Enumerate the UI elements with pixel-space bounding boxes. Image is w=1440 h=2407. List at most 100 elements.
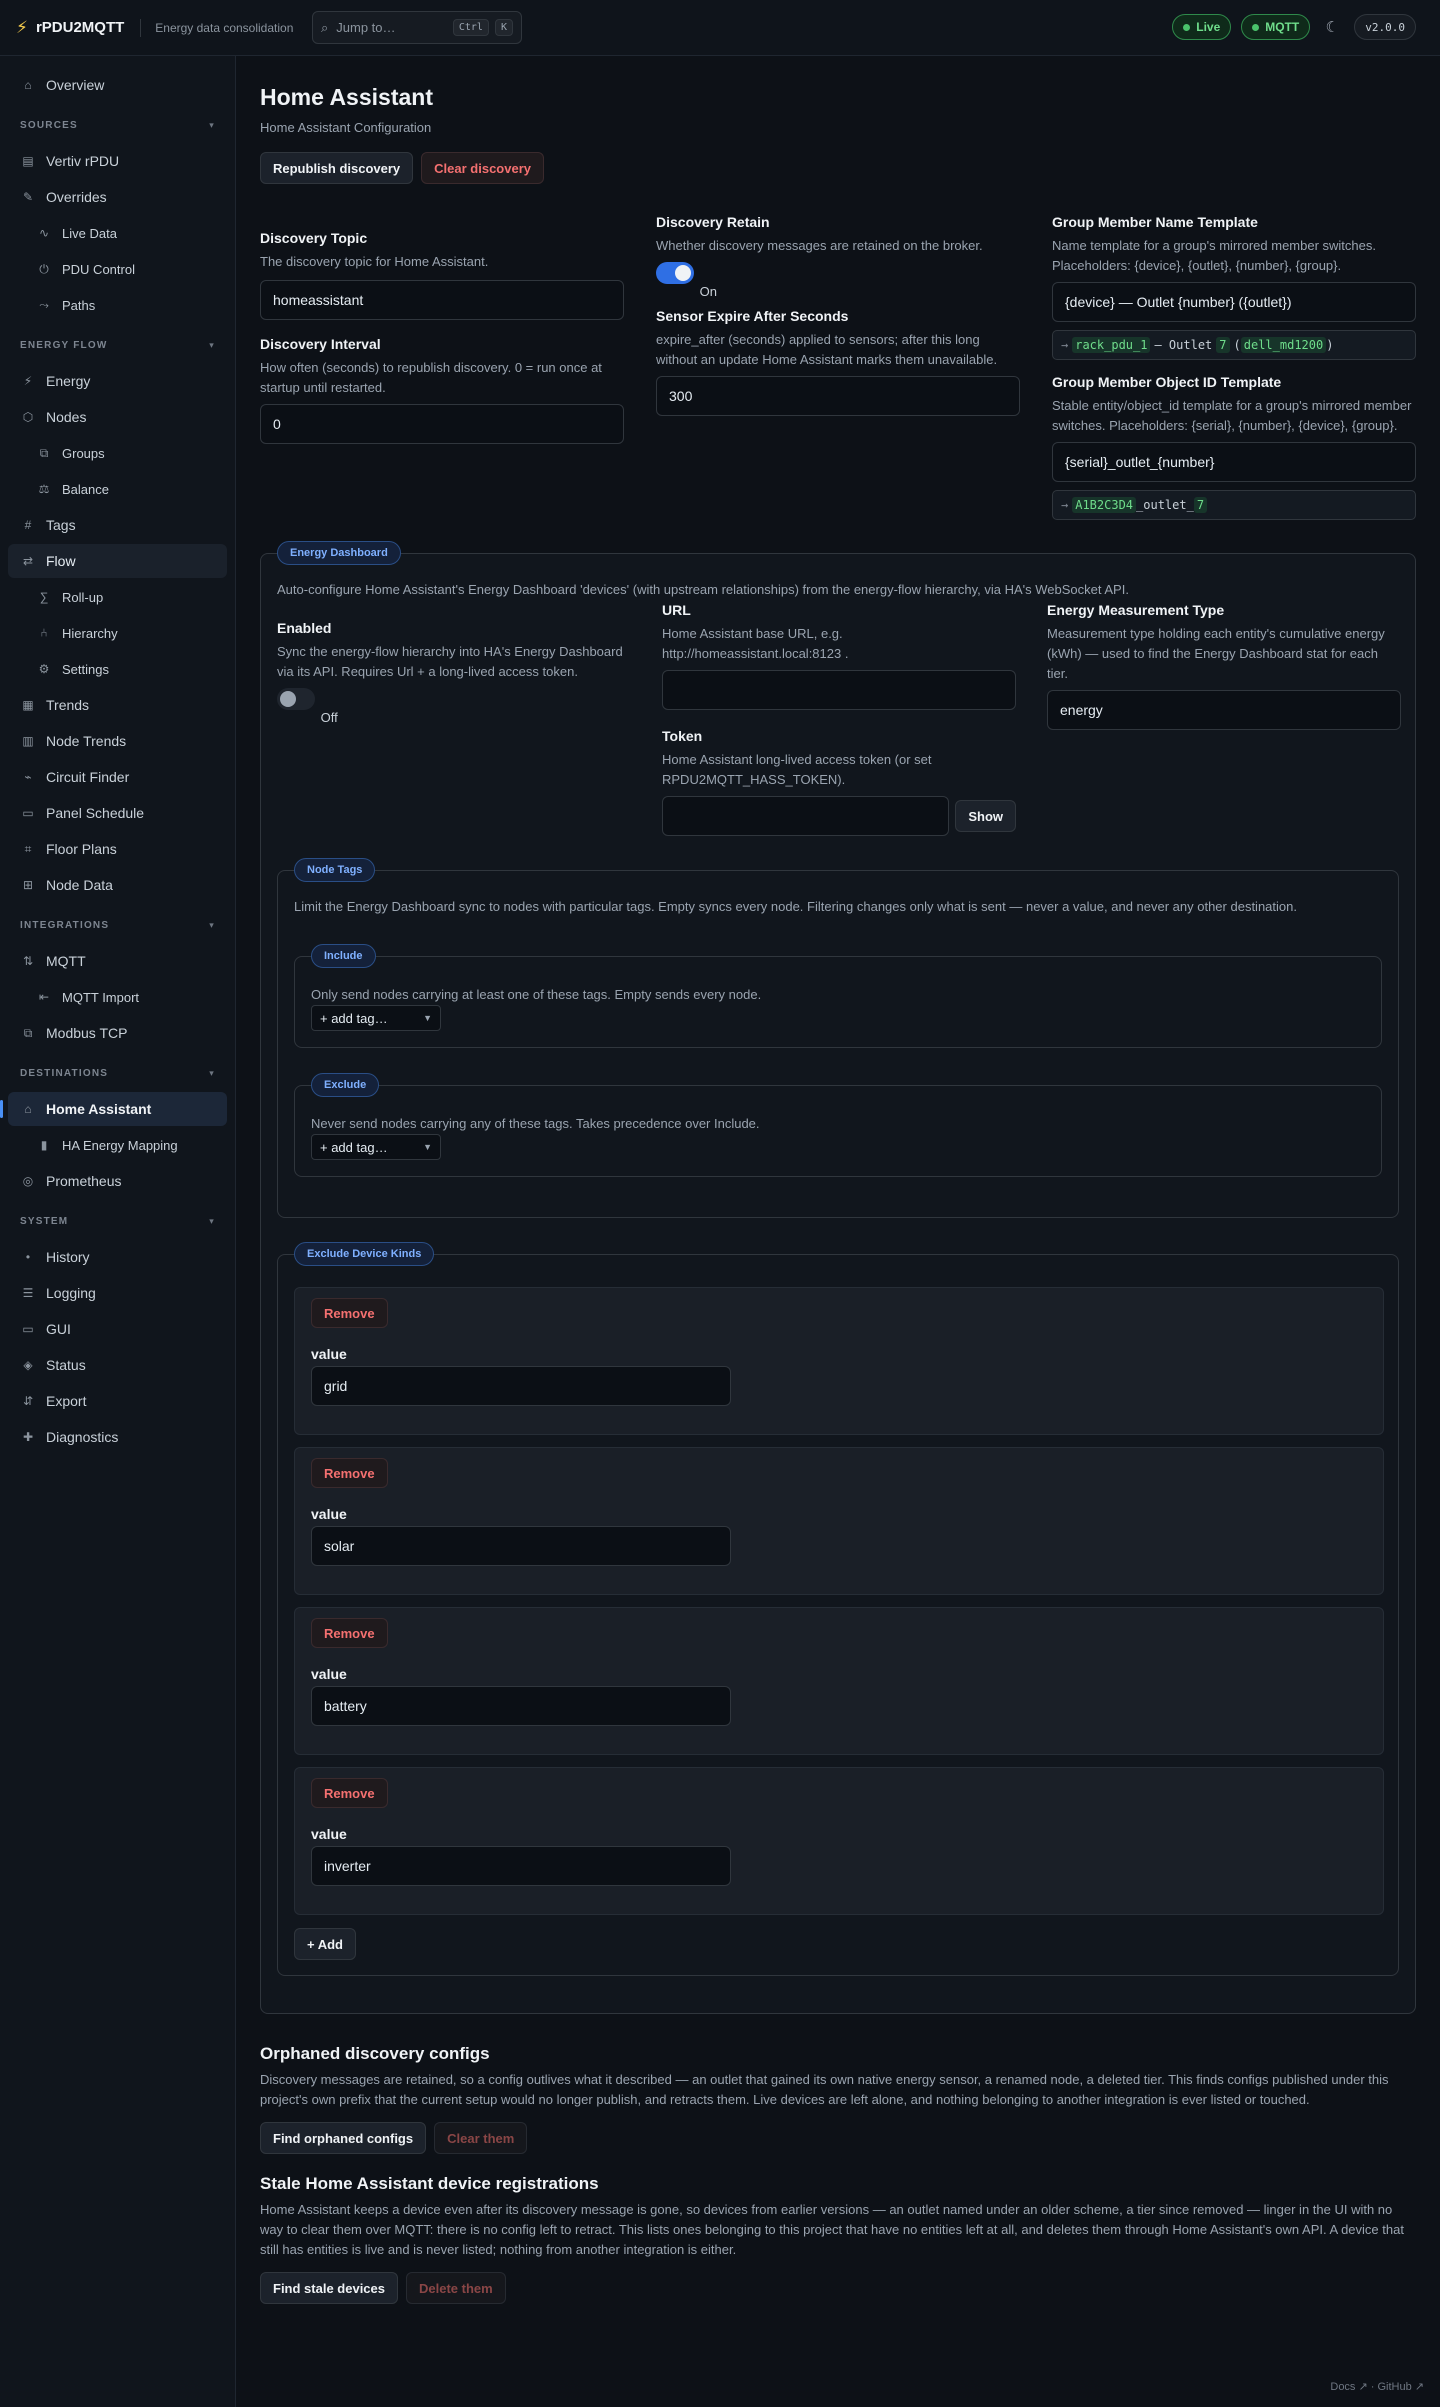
clear-orphaned-button[interactable]: Clear them — [434, 2122, 528, 2154]
sensor-expire-input[interactable]: 300 — [656, 376, 1020, 416]
discovery-topic-input[interactable]: homeassistant — [260, 280, 624, 320]
sidebar-item-paths[interactable]: ⤳ Paths — [8, 288, 227, 322]
add-item-button[interactable]: + Add — [294, 1928, 356, 1960]
delete-stale-button[interactable]: Delete them — [406, 2272, 506, 2304]
sidebar-item-pdu-control[interactable]: ⏻ PDU Control — [8, 252, 227, 286]
energy-token-input[interactable] — [662, 796, 950, 836]
value-input[interactable]: grid — [311, 1366, 731, 1406]
sidebar-section-integrations[interactable]: INTEGRATIONS ▾ — [8, 908, 227, 942]
value-label: value — [311, 1346, 347, 1362]
sidebar-item-history[interactable]: • History — [8, 1240, 227, 1274]
find-stale-button[interactable]: Find stale devices — [260, 2272, 398, 2304]
find-orphaned-button[interactable]: Find orphaned configs — [260, 2122, 427, 2154]
section-label: ENERGY FLOW — [20, 339, 108, 351]
energy-dashboard-description: Auto-configure Home Assistant's Energy D… — [277, 582, 1129, 597]
jump-to-search[interactable]: ⌕ Jump to… Ctrl K — [312, 11, 522, 44]
sidebar-item-trends[interactable]: ▦ Trends — [8, 688, 227, 722]
sidebar-item-mqtt-import[interactable]: ⇤ MQTT Import — [8, 980, 227, 1014]
field-help: The discovery topic for Home Assistant. — [260, 254, 489, 269]
remove-button[interactable]: Remove — [311, 1618, 388, 1648]
list-item: Remove value inverter — [294, 1767, 1384, 1915]
sidebar-item-groups[interactable]: ⧉ Groups — [8, 436, 227, 470]
sidebar-item-logging[interactable]: ☰ Logging — [8, 1276, 227, 1310]
sidebar-item-mqtt[interactable]: ⇅ MQTT — [8, 944, 227, 978]
sidebar-item-live-data[interactable]: ∿ Live Data — [8, 216, 227, 250]
value-input[interactable]: solar — [311, 1526, 731, 1566]
discovery-retain-toggle[interactable] — [656, 262, 694, 284]
sidebar-item-rollup[interactable]: ∑ Roll-up — [8, 580, 227, 614]
node-tags-fieldset: Node Tags Limit the Energy Dashboard syn… — [277, 858, 1399, 1218]
include-tag-select[interactable]: + add tag… ▼ — [311, 1005, 441, 1031]
jump-placeholder: Jump to… — [336, 20, 396, 35]
clear-discovery-button[interactable]: Clear discovery — [421, 152, 544, 184]
top-bar: ⚡ rPDU2MQTT Energy data consolidation ⌕ … — [0, 0, 1440, 56]
sidebar-item-panel-schedule[interactable]: ▭ Panel Schedule — [8, 796, 227, 830]
value-input[interactable]: inverter — [311, 1846, 731, 1886]
window-icon: ▭ — [22, 1322, 34, 1336]
republish-discovery-button[interactable]: Republish discovery — [260, 152, 414, 184]
include-description: Only send nodes carrying at least one of… — [311, 987, 762, 1002]
arrow-right-icon: → — [1061, 498, 1069, 512]
tree-icon: ⑃ — [40, 626, 48, 640]
sidebar-section-sources[interactable]: SOURCES ▾ — [8, 108, 227, 142]
sidebar-item-energy[interactable]: ⚡ Energy — [8, 364, 227, 398]
list-item: Remove value grid — [294, 1287, 1384, 1435]
bolt-icon: ⚡ — [23, 374, 33, 388]
sidebar-item-flow[interactable]: ⇄ Flow — [8, 544, 227, 578]
sidebar-item-overrides[interactable]: ✎ Overrides — [8, 180, 227, 214]
sidebar-item-modbus[interactable]: ⧉ Modbus TCP — [8, 1016, 227, 1050]
remove-button[interactable]: Remove — [311, 1778, 388, 1808]
group-member-name-input[interactable]: {device} — Outlet {number} ({outlet}) — [1052, 282, 1416, 322]
sidebar-item-export[interactable]: ⇵ Export — [8, 1384, 227, 1418]
sidebar-item-ha-energy-mapping[interactable]: ▮ HA Energy Mapping — [8, 1128, 227, 1162]
sidebar-item-label: Home Assistant — [46, 1101, 152, 1117]
sidebar-item-floor-plans[interactable]: ⌗ Floor Plans — [8, 832, 227, 866]
group-member-object-input[interactable]: {serial}_outlet_{number} — [1052, 442, 1416, 482]
sidebar-item-hierarchy[interactable]: ⑃ Hierarchy — [8, 616, 227, 650]
sidebar-item-home-assistant[interactable]: ⌂ Home Assistant — [0, 1092, 227, 1126]
sidebar-item-circuit-finder[interactable]: ⌁ Circuit Finder — [8, 760, 227, 794]
sidebar-item-diagnostics[interactable]: ✚ Diagnostics — [8, 1420, 227, 1454]
moon-icon[interactable]: ☾ — [1320, 18, 1344, 36]
exclude-tag-select[interactable]: + add tag… ▼ — [311, 1134, 441, 1160]
sidebar-item-status[interactable]: ◈ Status — [8, 1348, 227, 1382]
chevron-down-icon: ▾ — [209, 1067, 215, 1078]
remove-button[interactable]: Remove — [311, 1298, 388, 1328]
discovery-interval-input[interactable]: 0 — [260, 404, 624, 444]
energy-url-input[interactable] — [662, 670, 1016, 710]
footer-links[interactable]: Docs ↗ · GitHub ↗ — [1330, 2380, 1424, 2393]
sidebar-item-balance[interactable]: ⚖ Balance — [8, 472, 227, 506]
live-status-badge[interactable]: Live — [1172, 14, 1232, 40]
include-fieldset: Include Only send nodes carrying at leas… — [294, 944, 1382, 1048]
sidebar-item-node-data[interactable]: ⊞ Node Data — [8, 868, 227, 902]
sidebar-item-overview[interactable]: ⌂ Overview — [8, 68, 227, 102]
value-input[interactable]: battery — [311, 1686, 731, 1726]
sidebar-item-prometheus[interactable]: ◎ Prometheus — [8, 1164, 227, 1198]
sidebar-section-destinations[interactable]: DESTINATIONS ▾ — [8, 1056, 227, 1090]
dot-icon: • — [25, 1250, 31, 1264]
sidebar-section-energy-flow[interactable]: ENERGY FLOW ▾ — [8, 328, 227, 362]
brand[interactable]: ⚡ rPDU2MQTT Energy data consolidation — [16, 18, 293, 38]
target-icon: ◎ — [22, 1174, 34, 1188]
show-token-button[interactable]: Show — [955, 800, 1016, 832]
sidebar-item-settings[interactable]: ⚙ Settings — [8, 652, 227, 686]
sidebar-item-nodes[interactable]: ⬡ Nodes — [8, 400, 227, 434]
value-label: value — [311, 1666, 347, 1682]
server-icon: ▤ — [22, 154, 34, 168]
sidebar-item-vertiv[interactable]: ▤ Vertiv rPDU — [8, 144, 227, 178]
value-label: value — [311, 1826, 347, 1842]
group-member-object-field: Group Member Object ID Template Stable e… — [1052, 374, 1416, 520]
sidebar-item-node-trends[interactable]: ▥ Node Trends — [8, 724, 227, 758]
chevron-down-icon: ▾ — [209, 1215, 215, 1226]
remove-button[interactable]: Remove — [311, 1458, 388, 1488]
sidebar-item-gui[interactable]: ▭ GUI — [8, 1312, 227, 1346]
energy-enabled-toggle[interactable] — [277, 688, 315, 710]
mqtt-status-badge[interactable]: MQTT — [1241, 14, 1311, 40]
sidebar-item-tags[interactable]: # Tags — [8, 508, 227, 542]
energy-measurement-input[interactable]: energy — [1047, 690, 1401, 730]
sidebar-section-system[interactable]: SYSTEM ▾ — [8, 1204, 227, 1238]
chevron-down-icon: ▼ — [423, 1013, 432, 1023]
stale-description: Home Assistant keeps a device even after… — [260, 2202, 1404, 2257]
preview-mid: _outlet_ — [1136, 498, 1194, 512]
preview-serial: A1B2C3D4 — [1072, 497, 1137, 513]
